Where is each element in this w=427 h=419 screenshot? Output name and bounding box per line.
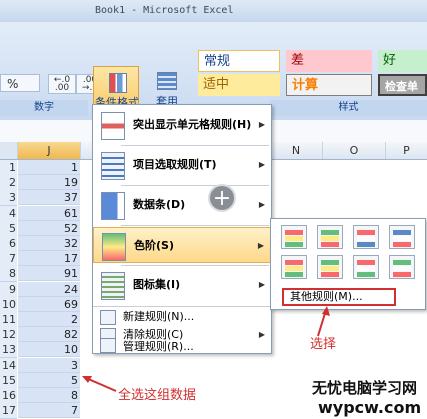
select-all-arrow xyxy=(85,377,117,392)
watermark-line1: 无忧电脑学习网 xyxy=(312,379,418,397)
annotation-arrows xyxy=(82,306,330,392)
watermark: 无忧电脑学习网 wypcw.com xyxy=(312,377,421,417)
select-annotation: 选择 xyxy=(310,337,337,352)
select-all-annotation: 全选这组数据 xyxy=(118,388,197,403)
select-arrow-head xyxy=(322,306,330,316)
watermark-line2: wypcw.com xyxy=(318,398,422,417)
